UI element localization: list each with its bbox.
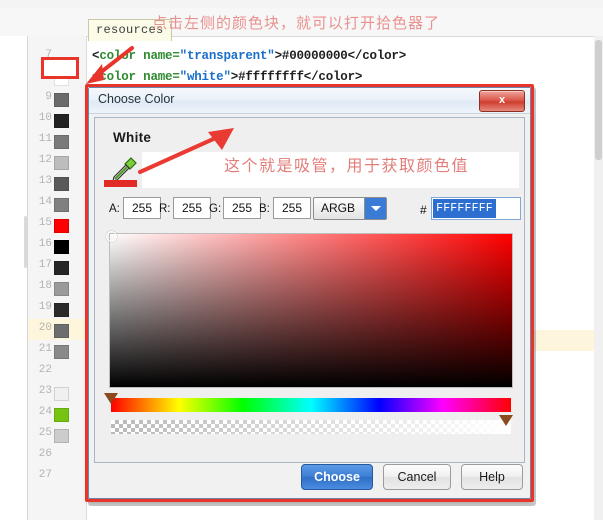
line-number: 20 xyxy=(38,322,52,334)
gutter-line-row: 11 xyxy=(28,130,86,151)
code-closing-tag: </color> xyxy=(347,49,407,63)
gutter-line-row: 14 xyxy=(28,193,86,214)
editor-left-rail xyxy=(0,36,27,520)
code-tag-name: color xyxy=(99,70,136,84)
line-number: 26 xyxy=(38,448,52,460)
line-number: 14 xyxy=(38,196,52,208)
gutter-line-row: 26 xyxy=(28,445,86,466)
line-number: 21 xyxy=(38,343,52,355)
line-number: 23 xyxy=(38,385,52,397)
code-text-value: #ffffffff xyxy=(238,70,304,84)
line-number: 25 xyxy=(38,427,52,439)
line-number: 12 xyxy=(38,154,52,166)
gutter-line-row: 21 xyxy=(28,340,86,361)
gutter-line-row: 22 xyxy=(28,361,86,382)
gutter-line-row: 19 xyxy=(28,298,86,319)
gutter-line-row: 15 xyxy=(28,214,86,235)
line-number: 22 xyxy=(38,364,52,376)
line-number: 17 xyxy=(38,259,52,271)
gutter-color-swatch[interactable] xyxy=(54,219,69,233)
code-line-transparent: <color name="transparent">#00000000</col… xyxy=(92,49,406,63)
code-bracket: > xyxy=(230,70,239,84)
code-text-value: #00000000 xyxy=(281,49,348,63)
code-attribute-value: "transparent" xyxy=(179,49,275,63)
gutter-color-swatch[interactable] xyxy=(54,282,69,296)
gutter-line-row: 20 xyxy=(28,319,86,340)
code-tag-name: color xyxy=(99,49,136,63)
code-bracket: > xyxy=(274,49,283,63)
gutter-line-row: 13 xyxy=(28,172,86,193)
editor-gutter: 789101112131415161718192021222324252627 xyxy=(28,36,87,520)
gutter-color-swatch[interactable] xyxy=(54,135,69,149)
annotation-top-text: 点击左侧的颜色块，就可以打开拾色器了 xyxy=(152,14,441,32)
gutter-line-row: 10 xyxy=(28,109,86,130)
gutter-line-row: 27 xyxy=(28,466,86,487)
line-number: 9 xyxy=(45,91,52,103)
editor-scrollbar-thumb[interactable] xyxy=(595,40,602,160)
line-number: 19 xyxy=(38,301,52,313)
gutter-color-swatch[interactable] xyxy=(54,303,69,317)
gutter-line-row: 23 xyxy=(28,382,86,403)
gutter-color-swatch[interactable] xyxy=(54,408,69,422)
code-attribute-name: name= xyxy=(143,70,180,84)
gutter-color-swatch[interactable] xyxy=(54,177,69,191)
gutter-line-row: 24 xyxy=(28,403,86,424)
code-line-white: <color name="white">#ffffffff</color> xyxy=(92,70,362,84)
line-number: 27 xyxy=(38,469,52,481)
gutter-color-swatch[interactable] xyxy=(54,345,69,359)
highlighted-color-swatch[interactable] xyxy=(45,61,75,75)
gutter-color-swatch[interactable] xyxy=(54,429,69,443)
gutter-color-swatch[interactable] xyxy=(54,261,69,275)
gutter-line-row: 9 xyxy=(28,88,86,109)
gutter-color-swatch[interactable] xyxy=(54,240,69,254)
line-number: 24 xyxy=(38,406,52,418)
line-number: 13 xyxy=(38,175,52,187)
gutter-color-swatch[interactable] xyxy=(54,198,69,212)
line-number: 11 xyxy=(38,133,52,145)
code-attribute-name: name= xyxy=(143,49,180,63)
gutter-color-swatch[interactable] xyxy=(54,156,69,170)
gutter-line-row: 25 xyxy=(28,424,86,445)
line-number: 16 xyxy=(38,238,52,250)
gutter-line-row: 12 xyxy=(28,151,86,172)
gutter-color-swatch[interactable] xyxy=(54,324,69,338)
code-closing-tag: </color> xyxy=(303,70,363,84)
line-number: 18 xyxy=(38,280,52,292)
gutter-line-row: 17 xyxy=(28,256,86,277)
line-number: 15 xyxy=(38,217,52,229)
dialog-annotation-frame xyxy=(85,84,534,502)
gutter-line-row: 18 xyxy=(28,277,86,298)
gutter-line-row: 16 xyxy=(28,235,86,256)
line-number: 10 xyxy=(38,112,52,124)
gutter-color-swatch[interactable] xyxy=(54,114,69,128)
gutter-color-swatch[interactable] xyxy=(54,387,69,401)
code-attribute-value: "white" xyxy=(179,70,231,84)
gutter-color-swatch[interactable] xyxy=(54,93,69,107)
